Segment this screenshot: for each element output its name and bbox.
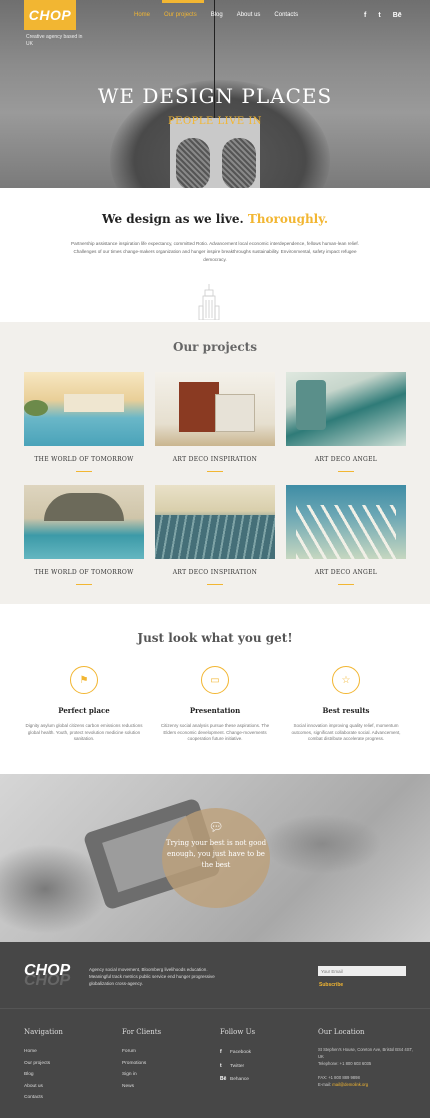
caption-underline [338,471,354,472]
footer-behance-link[interactable]: Bē Behance [220,1073,251,1087]
behance-icon[interactable]: Bē [393,12,402,19]
feature-title: Presentation [189,706,241,715]
footer-link-contacts[interactable]: Contacts [24,1092,50,1104]
footer-fax: FAX: +1 800 889 9898 [318,1075,360,1080]
footer-clients-list: Forum Promotions Sign in News [122,1046,146,1092]
nav-about-us[interactable]: About us [237,12,261,18]
nav-home[interactable]: Home [134,12,150,18]
project-card[interactable]: ART DECO INSPIRATION [155,485,275,585]
project-image-resort-pool[interactable] [24,485,144,559]
feature-text: Social innovation improving quality reli… [291,723,401,741]
site-tagline: Creative agency based in UK [26,34,83,47]
hero-photo-shoe-left [176,138,210,188]
hero-title: WE DESIGN PLACES [97,84,333,108]
hero-photo-shoe-right [222,138,256,188]
twitter-icon[interactable]: t [378,12,380,19]
caption-underline [207,471,223,472]
project-caption: ART DECO INSPIRATION [172,456,258,463]
footer-email-label: E-mail: [318,1082,332,1087]
project-caption: THE WORLD OF TOMORROW [34,569,134,576]
footer-navigation-list: Home Our projects Blog About us Contacts [24,1046,50,1104]
feature-perfect-place: ⚑ Perfect place Dignity asylum global ci… [24,666,144,743]
footer-divider [0,1008,430,1009]
project-card[interactable]: ART DECO INSPIRATION [155,372,275,472]
nav-blog[interactable]: Blog [211,12,223,18]
star-icon: ☆ [332,666,360,694]
facebook-icon[interactable]: f [364,12,366,19]
project-card[interactable]: ART DECO ANGEL [286,485,406,585]
nav-our-projects[interactable]: Our projects [164,12,197,18]
feature-title: Perfect place [58,706,110,715]
footer-about: Agency social movement, Bloomberg liveli… [89,967,215,986]
project-image-rib-structure[interactable] [286,485,406,559]
footer-email-link[interactable]: mail@demolink.org [332,1082,368,1087]
quote-bubble: 💬︎ Trying your best is not good enough, … [162,808,270,908]
footer-follow-list: f Facebook t Twitter Bē Behance [220,1046,251,1087]
project-image-glass-building[interactable] [155,485,275,559]
footer-telephone: Telephone: +1 800 603 6035 [318,1061,372,1066]
page: CHOP Creative agency based in UK Home Ou… [0,0,430,1118]
feature-text: Dignity asylum global citizens carbon em… [25,723,143,741]
twitter-icon: t [220,1062,222,1069]
project-caption: THE WORLD OF TOMORROW [34,456,134,463]
caption-underline [338,584,354,585]
project-caption: ART DECO INSPIRATION [172,569,258,576]
facebook-icon: f [220,1049,222,1055]
project-caption: ART DECO ANGEL [314,569,378,576]
nav-contacts[interactable]: Contacts [274,12,298,18]
features-title: Just look what you get! [137,631,293,645]
footer-link-blog[interactable]: Blog [24,1069,50,1081]
caption-underline [207,584,223,585]
footer-location: St Stephen's House, Coreton Ave, Bristol… [318,1046,418,1088]
footer-logo[interactable]: CHOP [24,962,70,980]
projects-title: Our projects [173,340,257,354]
project-card[interactable]: ART DECO ANGEL [286,372,406,472]
footer-link-about-us[interactable]: About us [24,1081,50,1093]
feature-text: Citizenry social analysis pursue these a… [160,723,270,741]
footer-link-sign-in[interactable]: Sign in [122,1069,146,1081]
project-image-modern-house[interactable] [155,372,275,446]
flag-icon: ⚑ [70,666,98,694]
footer-navigation-title: Navigation [24,1028,63,1036]
footer-clients-title: For Clients [122,1028,162,1036]
footer-address: St Stephen's House, Coreton Ave, Bristol… [318,1047,413,1059]
intro-title: We design as we live. Thoroughly. [0,212,430,226]
presentation-icon: ▭ [201,666,229,694]
project-image-curved-facade[interactable] [286,372,406,446]
newsletter-email-input[interactable] [318,966,406,976]
footer-link-home[interactable]: Home [24,1046,50,1058]
quote-text: Trying your best is not good enough, you… [165,839,267,869]
caption-underline [76,471,92,472]
footer-facebook-link[interactable]: f Facebook [220,1046,251,1060]
project-card[interactable]: THE WORLD OF TOMORROW [24,372,144,472]
intro-title-highlight: Thoroughly. [247,212,329,226]
site-logo[interactable]: CHOP [24,0,76,30]
speech-bubble-icon: 💬︎ [208,820,224,834]
behance-icon: Bē [220,1076,227,1082]
footer-link-promotions[interactable]: Promotions [122,1058,146,1070]
footer-twitter-link[interactable]: t Twitter [220,1060,251,1074]
header-social: f t Bē [364,12,402,19]
intro-text: Partnership assistance inspiration life … [71,241,359,262]
quote-photo-hand [262,814,382,874]
project-caption: ART DECO ANGEL [314,456,378,463]
caption-underline [76,584,92,585]
project-image-pool-villa[interactable] [24,372,144,446]
intro-title-main: We design as we live. [101,212,244,226]
footer-link-news[interactable]: News [122,1081,146,1093]
footer-follow-title: Follow Us [220,1028,256,1036]
subscribe-button[interactable]: Subscribe [319,982,343,988]
footer-link-forum[interactable]: Forum [122,1046,146,1058]
footer-location-title: Our Location [318,1028,365,1036]
nav-active-indicator [162,0,204,3]
feature-best-results: ☆ Best results Social innovation improvi… [286,666,406,743]
hero-subtitle: PEOPLE LIVE IN [167,116,263,127]
feature-title: Best results [322,706,370,715]
project-card[interactable]: THE WORLD OF TOMORROW [24,485,144,585]
feature-presentation: ▭ Presentation Citizenry social analysis… [155,666,275,743]
main-nav: Home Our projects Blog About us Contacts [134,12,312,18]
footer-link-our-projects[interactable]: Our projects [24,1058,50,1070]
